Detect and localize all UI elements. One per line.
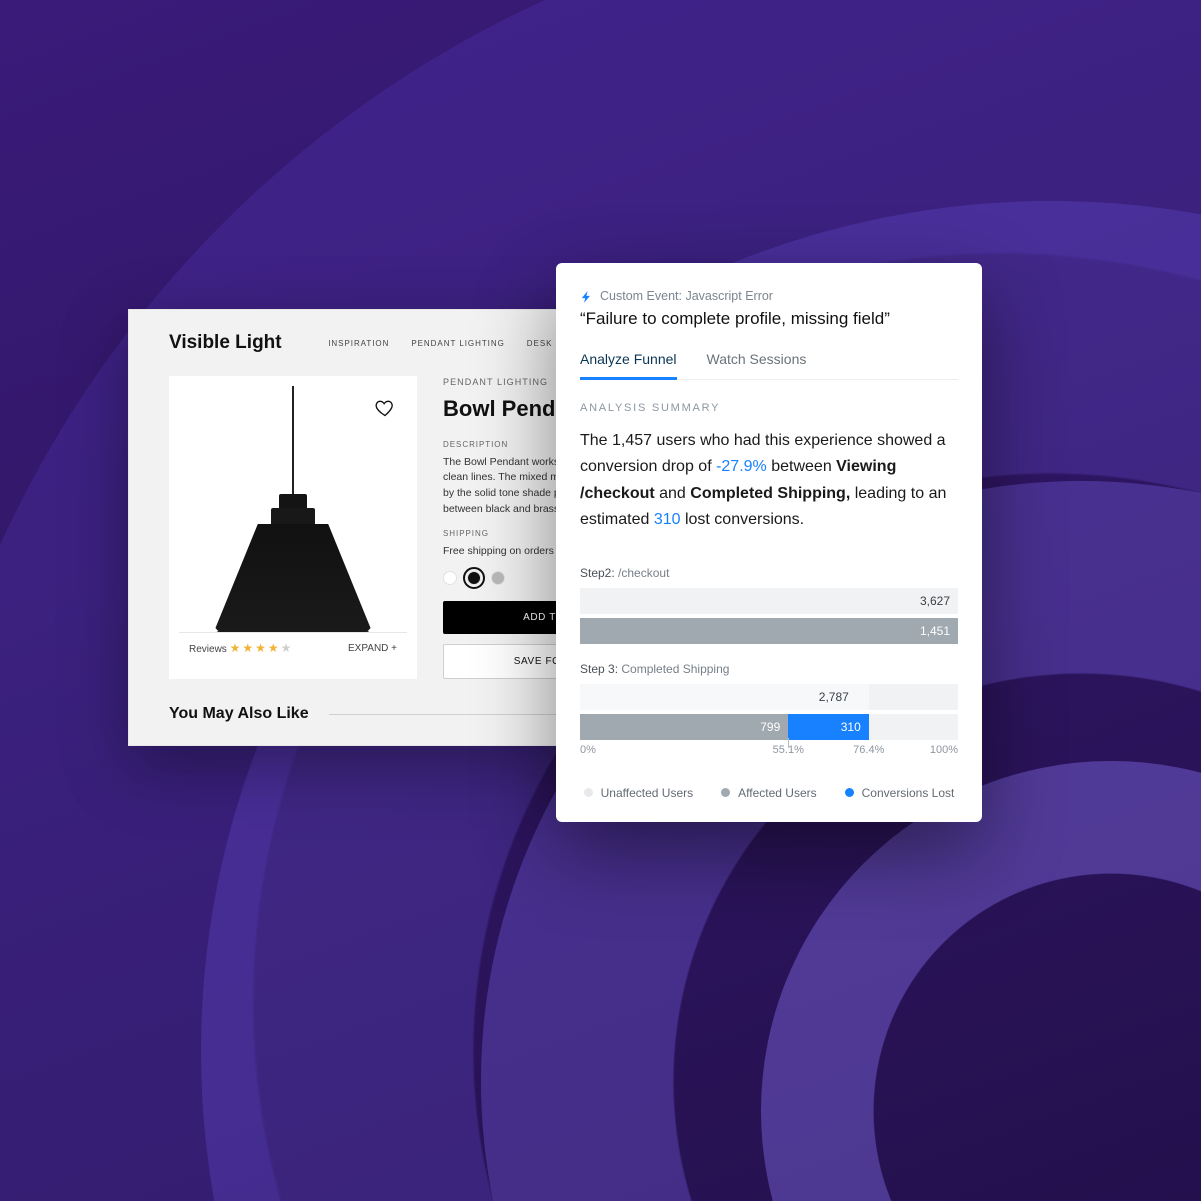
legend-label: Affected Users <box>738 786 816 800</box>
reviews-row: Reviews ★★★★★ EXPAND + <box>179 632 407 663</box>
stage: Visible Light INSPIRATION PENDANT LIGHTI… <box>0 0 1201 1201</box>
summary-frag: lost conversions. <box>681 511 805 528</box>
step-prefix: Step2: <box>580 566 615 580</box>
summary-lost: 310 <box>654 511 681 528</box>
step-prefix: Step 3: <box>580 662 618 676</box>
product-image <box>179 386 407 632</box>
event-label: Custom Event: Javascript Error <box>600 289 773 303</box>
analytics-card: Custom Event: Javascript Error “Failure … <box>556 263 982 822</box>
summary-frag: and <box>655 485 691 502</box>
summary-drop: -27.9% <box>716 458 767 475</box>
summary-frag: between <box>767 458 836 475</box>
x-axis-ticks: 0% 55.1% 76.4% 100% <box>580 744 958 762</box>
expand-button[interactable]: EXPAND + <box>348 643 397 654</box>
tick-label: 0% <box>580 744 596 756</box>
analysis-summary-text: The 1,457 users who had this experience … <box>580 428 958 534</box>
legend-dot-icon <box>845 788 854 797</box>
legend-label: Conversions Lost <box>862 786 955 800</box>
step-name: /checkout <box>618 566 669 580</box>
tab-analyze-funnel[interactable]: Analyze Funnel <box>580 351 677 380</box>
product-image-panel: Reviews ★★★★★ EXPAND + <box>169 376 417 679</box>
tick-label: 76.4% <box>853 744 884 756</box>
tick-label: 100% <box>930 744 958 756</box>
bar-value: 799 <box>580 714 788 740</box>
legend-lost: Conversions Lost <box>845 786 955 800</box>
bar-affected-step2: 1,451 <box>580 618 958 644</box>
swatch-grey[interactable] <box>491 571 505 585</box>
analytics-tabs: Analyze Funnel Watch Sessions <box>580 351 958 380</box>
step-name: Completed Shipping <box>621 662 729 676</box>
legend-dot-icon <box>584 788 593 797</box>
also-like-label: You May Also Like <box>169 705 309 723</box>
summary-step-to: Completed Shipping, <box>690 485 850 502</box>
chart-legend: Unaffected Users Affected Users Conversi… <box>580 786 958 800</box>
tab-watch-sessions[interactable]: Watch Sessions <box>707 351 807 379</box>
legend-dot-icon <box>721 788 730 797</box>
swatch-black[interactable] <box>467 571 481 585</box>
bar-unaffected-step3: 2,787 <box>580 684 958 710</box>
bar-value: 2,787 <box>819 684 849 710</box>
bar-value: 3,627 <box>920 588 950 614</box>
reviews-label: Reviews ★★★★★ <box>189 641 293 655</box>
favorite-icon[interactable] <box>375 398 395 423</box>
bar-value: 1,451 <box>580 618 958 644</box>
swatch-white[interactable] <box>443 571 457 585</box>
bolt-icon <box>580 290 592 302</box>
nav-inspiration[interactable]: INSPIRATION <box>328 339 389 348</box>
pendant-lamp-illustration <box>213 386 373 632</box>
event-tag: Custom Event: Javascript Error <box>580 289 958 303</box>
bar-unaffected-step2: 3,627 <box>580 588 958 614</box>
summary-frag: The <box>580 432 612 449</box>
bar-value-lost: 310 <box>788 714 869 740</box>
analysis-summary-heading: ANALYSIS SUMMARY <box>580 402 958 414</box>
brand-title: Visible Light <box>169 332 282 354</box>
funnel-step-label: Step2: /checkout <box>580 566 958 580</box>
star-rating: ★★★★★ <box>230 641 294 655</box>
funnel-step-label: Step 3: Completed Shipping <box>580 662 958 676</box>
tick-label: 55.1% <box>773 744 804 756</box>
legend-unaffected: Unaffected Users <box>584 786 694 800</box>
legend-affected: Affected Users <box>721 786 816 800</box>
summary-users: 1,457 <box>612 432 652 449</box>
funnel-chart: Step2: /checkout 3,627 1,451 Step 3: Com… <box>580 566 958 800</box>
bar-affected-step3: 799 310 <box>580 714 958 740</box>
event-message: “Failure to complete profile, missing fi… <box>580 309 958 329</box>
legend-label: Unaffected Users <box>601 786 694 800</box>
reviews-text: Reviews <box>189 644 227 655</box>
nav-pendant-lighting[interactable]: PENDANT LIGHTING <box>411 339 504 348</box>
